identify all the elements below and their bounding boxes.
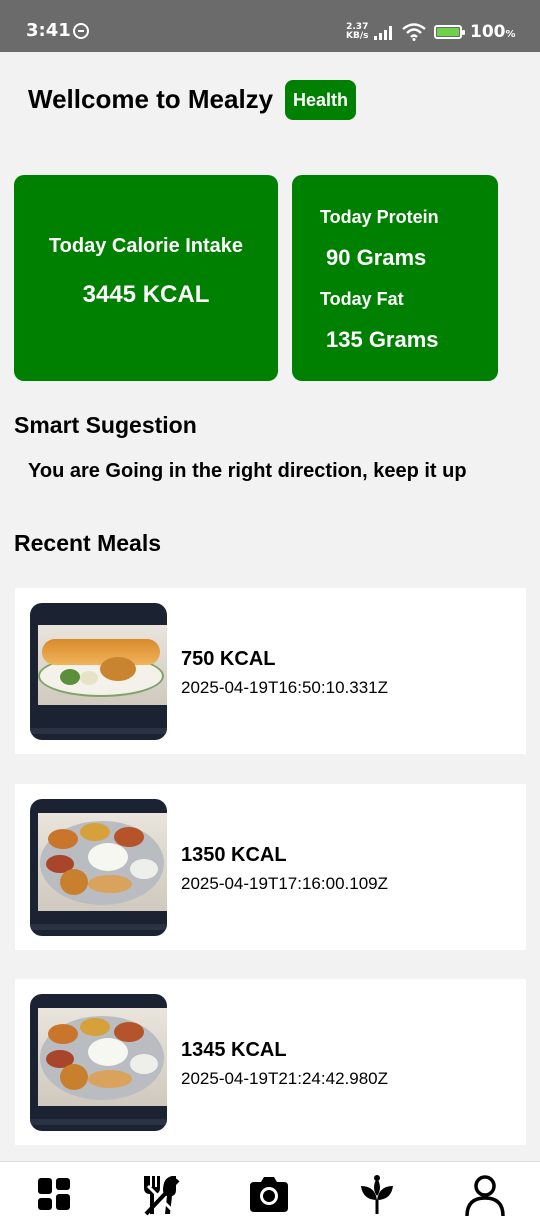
signal-icon [374,26,396,40]
suggestion-text: You are Going in the right direction, ke… [28,460,467,482]
battery-icon [434,25,465,39]
meal-kcal: 1345 KCAL [181,1039,287,1061]
battery-fill [437,28,459,36]
health-badge[interactable]: Health [285,80,357,120]
calorie-card: Today Calorie Intake 3445 KCAL [14,175,278,381]
battery-percent: 100% [470,22,516,42]
calorie-label: Today Calorie Intake [48,235,244,257]
fat-label: Today Fat [320,289,404,309]
page-title: Wellcome to Mealzy [28,84,274,114]
status-bar: 3:41 2.37 KB/s 100% [0,0,540,52]
meal-kcal: 1350 KCAL [181,844,287,866]
recent-meals-heading: Recent Meals [14,530,162,556]
protein-label: Today Protein [320,207,439,227]
meal-timestamp: 2025-04-19T21:24:42.980Z [181,1069,388,1088]
camera-icon[interactable] [246,1172,292,1218]
wifi-icon [402,23,426,41]
meal-card[interactable]: 1345 KCAL 2025-04-19T21:24:42.980Z [15,979,526,1145]
status-time: 3:41 [26,20,71,41]
meal-timestamp: 2025-04-19T16:50:10.331Z [181,678,388,697]
utensils-icon[interactable] [138,1172,184,1218]
protein-value: 90 Grams [326,245,427,270]
plant-icon[interactable] [354,1172,400,1218]
thali-photo-icon [30,994,167,1131]
network-speed: 2.37 KB/s [346,23,368,41]
meal-card[interactable]: 750 KCAL 2025-04-19T16:50:10.331Z [15,588,526,754]
calorie-value: 3445 KCAL [82,281,210,308]
network-speed-unit: KB/s [346,31,369,41]
thali-photo-icon [30,799,167,936]
user-icon[interactable] [462,1172,508,1218]
meal-kcal: 750 KCAL [181,648,276,670]
do-not-disturb-icon [73,23,89,39]
suggestion-heading: Smart Sugestion [14,412,197,438]
fat-value: 135 Grams [326,327,439,352]
protein-fat-card: Today Protein 90 Grams Today Fat 135 Gra… [292,175,498,381]
meal-timestamp: 2025-04-19T17:16:00.109Z [181,874,388,893]
dosa-photo-icon [30,603,167,740]
dashboard-icon[interactable] [32,1172,78,1218]
meal-card[interactable]: 1350 KCAL 2025-04-19T17:16:00.109Z [15,784,526,950]
bottom-navigation [0,1161,540,1230]
